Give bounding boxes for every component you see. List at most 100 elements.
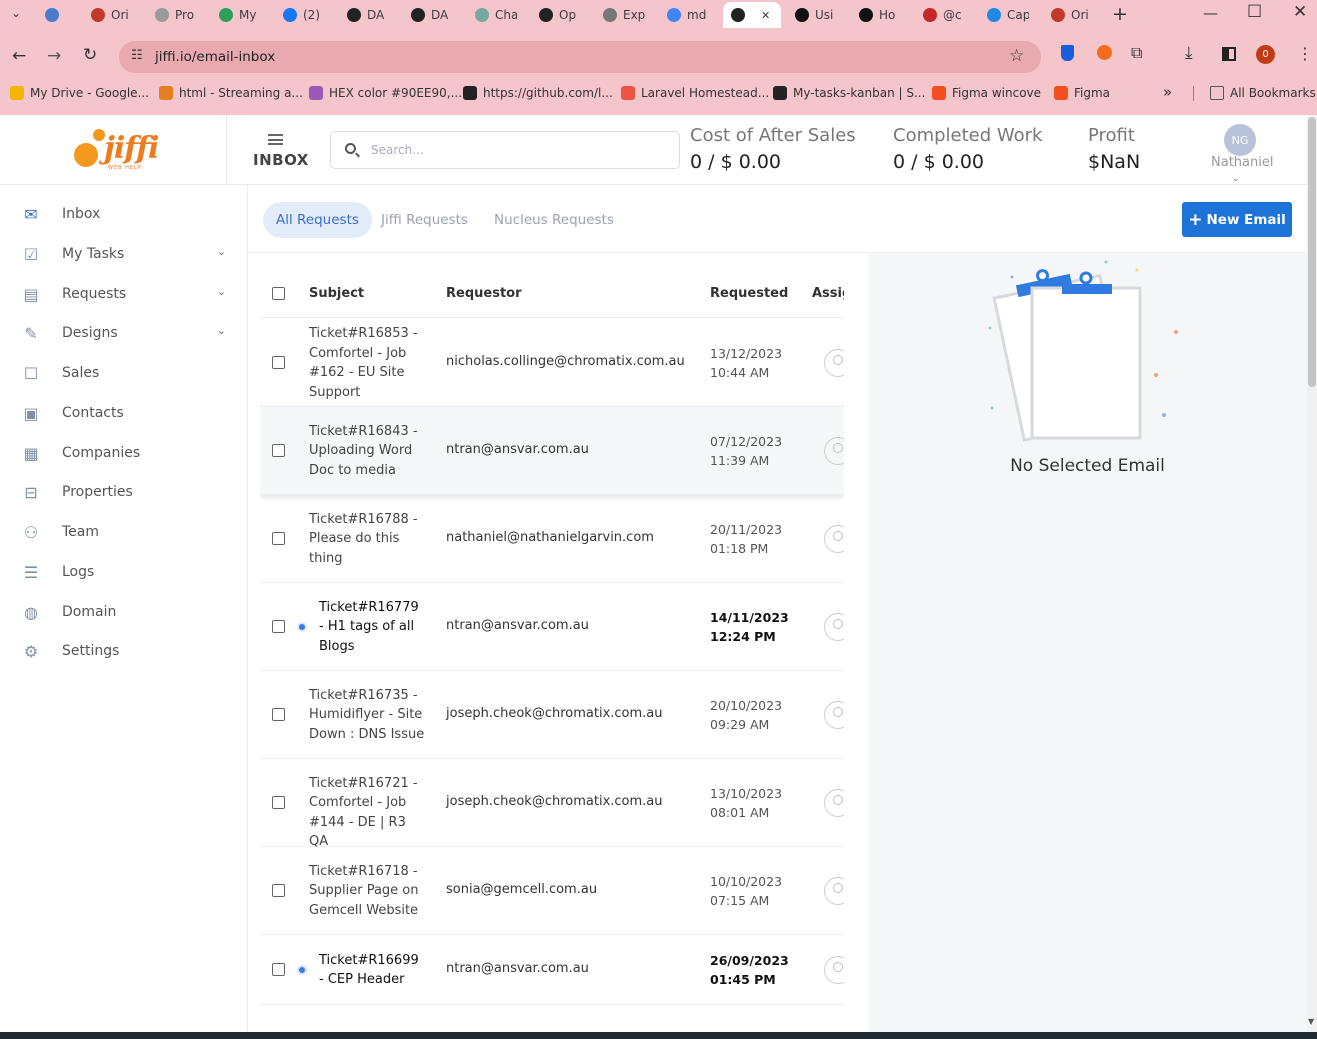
hamburger-menu-icon[interactable]	[268, 134, 283, 145]
browser-tab[interactable]: Ho	[851, 2, 901, 28]
browser-tab[interactable]: DA	[403, 2, 453, 28]
user-avatar[interactable]: NG	[1224, 124, 1256, 156]
sidebar-item-settings[interactable]: ⚙ Settings	[20, 637, 230, 665]
table-row[interactable]: Ticket#R16718 - Supplier Page on Gemcell W…	[260, 847, 844, 935]
close-tab-icon[interactable]: ✕	[761, 9, 770, 22]
table-row[interactable]: Ticket#R16721 - Comfortel - Job #144 - DE …	[260, 759, 844, 849]
row-subject[interactable]: Ticket#R16779 - H1 tags of all Blogs	[319, 598, 424, 657]
browser-tab[interactable]: md	[659, 2, 709, 28]
tab-jiffi-requests[interactable]: Jiffi Requests	[368, 202, 481, 238]
minimize-button[interactable]: —	[1203, 4, 1218, 22]
profile-avatar[interactable]: 0	[1256, 45, 1275, 64]
browser-tab[interactable]: ✕	[723, 2, 781, 28]
forward-icon[interactable]: →	[47, 46, 61, 66]
assign-user-icon[interactable]	[824, 701, 844, 729]
row-checkbox[interactable]	[272, 356, 285, 369]
browser-tab[interactable]	[37, 2, 87, 28]
table-row[interactable]: Ticket#R16788 - Please do this thing nathan…	[260, 495, 844, 583]
bookmark-item[interactable]: All Bookmarks	[1210, 86, 1316, 100]
sidebar-item-requests[interactable]: ▤ Requests ⌄	[20, 280, 230, 308]
extensions-icon[interactable]: ⧉	[1131, 43, 1142, 63]
sidebar-item-sales[interactable]: ☐ Sales	[20, 359, 230, 387]
user-name[interactable]: Nathaniel	[1211, 155, 1273, 170]
row-checkbox[interactable]	[272, 796, 285, 809]
browser-tab[interactable]: Ori	[83, 2, 133, 28]
scroll-down-arrow-icon[interactable]: ▼	[1308, 1017, 1314, 1026]
sidebar-item-properties[interactable]: ⊟ Properties	[20, 478, 230, 506]
table-row[interactable]: Ticket#R16735 - Humidiflyer - Site Down : …	[260, 671, 844, 759]
search-input[interactable]: Search...	[330, 131, 680, 169]
row-subject[interactable]: Ticket#R16721 - Comfortel - Job #144 - DE …	[309, 774, 429, 852]
user-menu-chevron-icon[interactable]: ⌄	[1232, 174, 1240, 184]
sidebar-item-domain[interactable]: ◍ Domain	[20, 598, 230, 626]
browser-tab[interactable]: Ori	[1043, 2, 1093, 28]
browser-tab[interactable]: Pro	[147, 2, 197, 28]
chevron-down-icon[interactable]: ⌄	[217, 285, 226, 298]
bookmark-item[interactable]: html - Streaming a...	[159, 86, 303, 100]
assign-user-icon[interactable]	[824, 525, 844, 553]
table-row[interactable]: Ticket#R16699 - CEP Header ntran@ansvar.co…	[260, 935, 844, 1005]
row-subject[interactable]: Ticket#R16718 - Supplier Page on Gemcell W…	[309, 862, 429, 921]
bookmark-item[interactable]: Figma	[1054, 86, 1110, 100]
bookmark-item[interactable]: Figma wincove	[932, 86, 1041, 100]
column-requestor[interactable]: Requestor	[446, 286, 522, 301]
tab-search-icon[interactable]: ⌄	[11, 6, 21, 20]
browser-tab[interactable]: Op	[531, 2, 581, 28]
bookmark-item[interactable]: Laravel Homestead...	[621, 86, 769, 100]
assign-user-icon[interactable]	[824, 877, 844, 905]
bookmarks-overflow-icon[interactable]: »	[1163, 83, 1172, 101]
bitwarden-icon[interactable]	[1061, 45, 1074, 61]
assign-user-icon[interactable]	[824, 613, 844, 641]
row-subject[interactable]: Ticket#R16699 - CEP Header	[319, 951, 424, 990]
sidebar-item-designs[interactable]: ✎ Designs ⌄	[20, 319, 230, 347]
close-window-button[interactable]: ✕	[1293, 2, 1307, 22]
sidebar-item-my-tasks[interactable]: ☑ My Tasks ⌄	[20, 240, 230, 268]
side-panel-icon[interactable]	[1222, 47, 1236, 61]
row-checkbox[interactable]	[272, 532, 285, 545]
sidebar-item-inbox[interactable]: ✉ Inbox	[20, 200, 230, 228]
page-scrollbar[interactable]: ▼	[1307, 115, 1317, 1032]
row-checkbox[interactable]	[272, 963, 285, 976]
column-assignee[interactable]: Assig	[812, 286, 844, 301]
row-checkbox[interactable]	[272, 620, 285, 633]
download-icon[interactable]: ⤓	[1185, 43, 1193, 63]
url-text[interactable]: jiffi.io/email-inbox	[155, 49, 275, 65]
assign-user-icon[interactable]	[824, 956, 844, 984]
table-row[interactable]: Ticket#R16843 - Uploading Word Doc to medi…	[260, 407, 844, 495]
table-row[interactable]: Ticket#R16853 - Comfortel - Job #162 - EU …	[260, 319, 844, 407]
browser-tab[interactable]: Cap	[979, 2, 1029, 28]
assign-user-icon[interactable]	[824, 789, 844, 817]
browser-tab[interactable]: Exp	[595, 2, 645, 28]
column-requested[interactable]: Requested	[710, 286, 788, 301]
tab-all-requests[interactable]: All Requests	[263, 202, 372, 238]
jiffi-logo[interactable]: jiffi WEB HELP	[74, 127, 159, 173]
row-subject[interactable]: Ticket#R16853 - Comfortel - Job #162 - EU …	[309, 324, 429, 402]
scrollbar-thumb[interactable]	[1308, 117, 1316, 387]
row-subject[interactable]: Ticket#R16735 - Humidiflyer - Site Down : …	[309, 686, 429, 745]
tab-nucleus-requests[interactable]: Nucleus Requests	[481, 202, 627, 238]
sidebar-item-contacts[interactable]: ▣ Contacts	[20, 399, 230, 427]
row-checkbox[interactable]	[272, 884, 285, 897]
bookmark-item[interactable]: My Drive - Google...	[10, 86, 149, 100]
browser-tab[interactable]: My	[211, 2, 261, 28]
row-checkbox[interactable]	[272, 444, 285, 457]
browser-menu-icon[interactable]: ⋮	[1297, 44, 1313, 63]
row-checkbox[interactable]	[272, 708, 285, 721]
column-subject[interactable]: Subject	[309, 286, 364, 301]
browser-tab[interactable]: Usi	[787, 2, 837, 28]
sidebar-item-companies[interactable]: ▦ Companies	[20, 439, 230, 467]
new-email-button[interactable]: + New Email	[1182, 202, 1292, 237]
extension-orange-icon[interactable]	[1097, 45, 1112, 60]
new-tab-button[interactable]: +	[1112, 3, 1128, 25]
assign-user-icon[interactable]	[824, 349, 844, 377]
row-subject[interactable]: Ticket#R16843 - Uploading Word Doc to medi…	[309, 422, 429, 481]
browser-tab[interactable]: Cha	[467, 2, 517, 28]
select-all-checkbox[interactable]	[272, 287, 285, 300]
address-bar[interactable]: ☷ jiffi.io/email-inbox ☆	[119, 41, 1041, 73]
maximize-button[interactable]: ☐	[1247, 2, 1262, 22]
bookmark-item[interactable]: HEX color #90EE90,...	[309, 86, 462, 100]
sidebar-item-logs[interactable]: ☰ Logs	[20, 558, 230, 586]
reload-icon[interactable]: ↻	[83, 45, 97, 65]
back-icon[interactable]: ←	[12, 46, 26, 66]
chevron-down-icon[interactable]: ⌄	[217, 245, 226, 258]
